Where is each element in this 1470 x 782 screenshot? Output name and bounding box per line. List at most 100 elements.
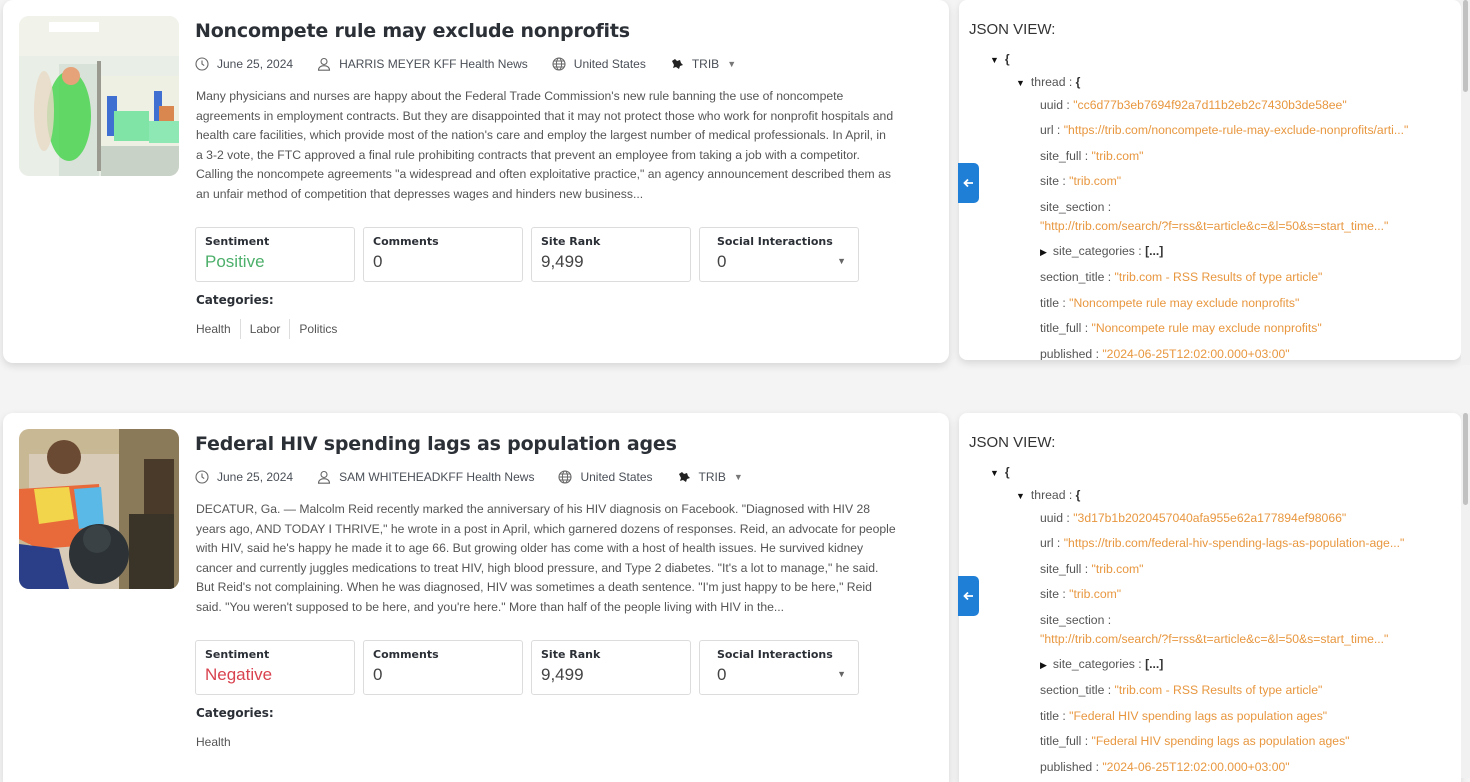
json-root-node[interactable]: ▼{ — [990, 52, 1010, 66]
site-rank-value: 9,499 — [541, 665, 584, 684]
article-meta: June 25, 2024 SAM WHITEHEADKFF Health Ne… — [195, 468, 743, 486]
article-title[interactable]: Federal HIV spending lags as population … — [195, 433, 677, 455]
sentiment-value: Negative — [205, 665, 273, 684]
comments-box: Comments 0 — [363, 640, 523, 695]
social-interactions-dropdown[interactable]: Social Interactions 0 ▼ — [699, 227, 859, 282]
source-dropdown[interactable]: TRIB ▼ — [670, 57, 736, 71]
clock-icon — [195, 57, 209, 71]
source-text: TRIB — [698, 470, 726, 484]
sentiment-label: Sentiment — [205, 648, 270, 661]
source-logo-icon — [671, 59, 683, 69]
triangle-down-icon: ▼ — [990, 468, 999, 478]
category-tag[interactable]: Health — [196, 319, 240, 339]
article-row: Federal HIV spending lags as population … — [0, 413, 1470, 782]
json-value-site-section: "http://trib.com/search/?f=rss&t=article… — [1040, 219, 1389, 233]
user-icon — [318, 470, 331, 484]
json-field-site-section: site_section : — [1040, 613, 1112, 627]
json-view-panel: JSON VIEW: ▼{ ▼ thread : { uuid : "cc6d77… — [959, 0, 1461, 360]
json-field-title-full: title_full : "Federal HIV spending lags … — [1040, 734, 1350, 748]
triangle-down-icon: ▼ — [1016, 491, 1025, 501]
json-field-site: site : "trib.com" — [1040, 174, 1122, 188]
sentiment-box: Sentiment Positive — [195, 227, 355, 282]
site-rank-box: Site Rank 9,499 — [531, 227, 691, 282]
article-card: Federal HIV spending lags as population … — [3, 413, 949, 782]
country-text: United States — [573, 57, 646, 71]
json-field-title: title : "Federal HIV spending lags as po… — [1040, 709, 1328, 723]
social-label: Social Interactions — [717, 648, 833, 661]
article-thumbnail[interactable] — [19, 16, 179, 176]
comments-box: Comments 0 — [363, 227, 523, 282]
date-text: June 25, 2024 — [217, 470, 294, 484]
clock-icon — [195, 470, 209, 484]
json-thread-node[interactable]: ▼ thread : { — [1016, 75, 1080, 89]
categories-label: Categories: — [196, 293, 274, 307]
json-scrollbar-thumb[interactable] — [1463, 413, 1468, 505]
json-field-published: published : "2024-06-25T12:02:00.000+03:… — [1040, 760, 1290, 774]
categories-list: Health — [196, 732, 240, 752]
json-field-uuid: uuid : "cc6d77b3eb7694f92a7d11b2eb2c7430… — [1040, 98, 1347, 112]
social-value: 0 — [717, 665, 727, 684]
comments-label: Comments — [373, 648, 439, 661]
author: SAM WHITEHEADKFF Health News — [317, 470, 534, 484]
json-field-site-full: site_full : "trib.com" — [1040, 562, 1144, 576]
article-title[interactable]: Noncompete rule may exclude nonprofits — [195, 20, 630, 42]
globe-icon — [558, 470, 573, 484]
user-icon — [318, 57, 331, 71]
json-site-categories-node[interactable]: ▶ site_categories : [...] — [1040, 244, 1163, 258]
social-interactions-dropdown[interactable]: Social Interactions 0 ▼ — [699, 640, 859, 695]
caret-down-icon: ▼ — [727, 59, 737, 69]
hospital-ward-photo — [19, 16, 179, 176]
json-view-title: JSON VIEW: — [969, 434, 1056, 451]
comments-label: Comments — [373, 235, 439, 248]
category-tag[interactable]: Health — [196, 732, 240, 752]
author-text: HARRIS MEYER KFF Health News — [339, 57, 528, 71]
country: United States — [552, 57, 646, 71]
categories-list: Health Labor Politics — [196, 319, 346, 339]
caret-down-icon: ▼ — [733, 472, 743, 482]
site-rank-label: Site Rank — [541, 648, 601, 661]
triangle-right-icon: ▶ — [1040, 247, 1047, 257]
json-field-published: published : "2024-06-25T12:02:00.000+03:… — [1040, 347, 1290, 360]
category-tag[interactable]: Politics — [289, 319, 346, 339]
triangle-right-icon: ▶ — [1040, 660, 1047, 670]
triangle-down-icon: ▼ — [990, 55, 999, 65]
site-rank-box: Site Rank 9,499 — [531, 640, 691, 695]
json-field-section-title: section_title : "trib.com - RSS Results … — [1040, 270, 1323, 284]
article-row: Noncompete rule may exclude nonprofits J… — [0, 0, 1470, 365]
json-view-title: JSON VIEW: — [969, 21, 1056, 38]
comments-value: 0 — [373, 665, 383, 684]
json-site-categories-node[interactable]: ▶ site_categories : [...] — [1040, 657, 1163, 671]
site-rank-label: Site Rank — [541, 235, 601, 248]
globe-icon — [552, 57, 566, 71]
stats-row: Sentiment Negative Comments 0 Site Rank … — [195, 640, 859, 695]
json-value-site-section: "http://trib.com/search/?f=rss&t=article… — [1040, 632, 1389, 646]
social-label: Social Interactions — [717, 235, 833, 248]
author-text: SAM WHITEHEADKFF Health News — [339, 470, 535, 484]
json-field-site-full: site_full : "trib.com" — [1040, 149, 1144, 163]
article-summary: DECATUR, Ga. — Malcolm Reid recently mar… — [196, 502, 896, 614]
json-field-title-full: title_full : "Noncompete rule may exclud… — [1040, 321, 1322, 335]
sentiment-value: Positive — [205, 252, 265, 271]
json-scrollbar-thumb[interactable] — [1463, 0, 1468, 92]
sentiment-label: Sentiment — [205, 235, 270, 248]
json-field-section-title: section_title : "trib.com - RSS Results … — [1040, 683, 1323, 697]
date: June 25, 2024 — [195, 57, 293, 71]
country: United States — [558, 470, 653, 484]
json-thread-node[interactable]: ▼ thread : { — [1016, 488, 1080, 502]
source-dropdown[interactable]: TRIB ▼ — [677, 470, 743, 484]
author: HARRIS MEYER KFF Health News — [317, 57, 528, 71]
json-root-node[interactable]: ▼{ — [990, 465, 1010, 479]
stats-row: Sentiment Positive Comments 0 Site Rank … — [195, 227, 859, 282]
article-summary: Many physicians and nurses are happy abo… — [196, 89, 894, 201]
collapse-json-button[interactable] — [958, 163, 979, 203]
caret-down-icon: ▼ — [837, 256, 846, 266]
category-tag[interactable]: Labor — [239, 319, 290, 339]
json-field-site: site : "trib.com" — [1040, 587, 1122, 601]
json-field-site-section: site_section : — [1040, 200, 1112, 214]
site-rank-value: 9,499 — [541, 252, 584, 271]
article-card: Noncompete rule may exclude nonprofits J… — [3, 0, 949, 363]
categories-label: Categories: — [196, 706, 274, 720]
sentiment-box: Sentiment Negative — [195, 640, 355, 695]
article-thumbnail[interactable] — [19, 429, 179, 589]
collapse-json-button[interactable] — [958, 576, 979, 616]
